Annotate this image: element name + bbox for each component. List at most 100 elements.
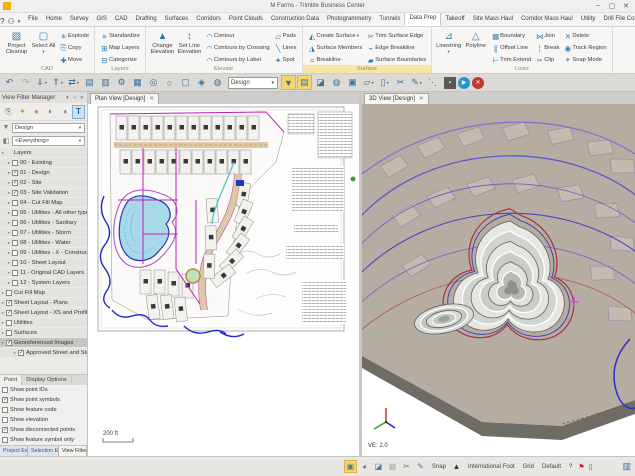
tree-row[interactable]: 03 - Site Validation: [0, 188, 87, 197]
ribbon-button[interactable]: ◮Surface Members: [308, 42, 363, 54]
text-filter-icon[interactable]: T: [72, 105, 85, 119]
menu-tab[interactable]: File: [24, 13, 42, 26]
checkbox[interactable]: [6, 330, 12, 336]
menu-tab[interactable]: Site Mass Haul: [469, 13, 517, 26]
point-snap-icon[interactable]: ⋱: [425, 75, 440, 90]
ribbon-button[interactable]: ╲Lines: [274, 42, 297, 54]
ribbon-button[interactable]: ▱Pads: [274, 30, 297, 42]
macro-window-icon[interactable]: ▪: [444, 77, 456, 89]
run-icon[interactable]: ▶: [458, 77, 470, 89]
trash-icon[interactable]: ▯: [377, 75, 392, 90]
measure-icon[interactable]: ✂: [393, 75, 408, 90]
tree-row[interactable]: Georeferenced Images: [0, 338, 87, 347]
checkbox[interactable]: [12, 160, 18, 166]
checkbox[interactable]: [12, 260, 18, 266]
hidden-line-view-icon[interactable]: ◑: [58, 105, 71, 119]
tree-row[interactable]: Layers: [0, 148, 87, 157]
account-icon[interactable]: ⚇: [7, 17, 14, 26]
ribbon-button[interactable]: ◉Track Region: [563, 42, 606, 54]
ribbon-button[interactable]: ✂Trim Surface Edge: [366, 30, 426, 42]
scope-select[interactable]: <Everything>▼: [12, 136, 85, 146]
grid-toggle-icon[interactable]: ▦: [386, 460, 399, 473]
tree-row[interactable]: Sheet Layout - XS and Profiles: [0, 308, 87, 317]
checkbox[interactable]: [18, 350, 24, 356]
status-label[interactable]: Default: [542, 464, 561, 470]
snap-label[interactable]: Snap: [432, 464, 446, 470]
tree-row[interactable]: 00 - Existing: [0, 158, 87, 167]
checkbox[interactable]: [6, 300, 12, 306]
checkbox[interactable]: [12, 180, 18, 186]
tree-row[interactable]: 10 - Sheet Layout: [0, 258, 87, 267]
project-settings-icon[interactable]: ⚙: [114, 75, 129, 90]
ribbon-button[interactable]: ⋈Join: [535, 30, 559, 42]
new-view-icon[interactable]: ▢: [178, 75, 193, 90]
ribbon-button[interactable]: △Polyline: [462, 29, 489, 55]
report-icon[interactable]: ▦: [130, 75, 145, 90]
menu-tab[interactable]: Takeoff: [441, 13, 468, 26]
tree-row[interactable]: 12 - System Layers: [0, 278, 87, 287]
point-option-row[interactable]: Show point symbols: [0, 395, 87, 405]
trim-tool-icon[interactable]: ✂: [400, 460, 413, 473]
filter-select[interactable]: Design▼: [12, 123, 85, 133]
checkbox[interactable]: [6, 340, 12, 346]
tree-row[interactable]: 06 - Utilities - Sanitary: [0, 218, 87, 227]
ribbon-button[interactable]: ¦Break: [535, 42, 559, 54]
3d-view-tab[interactable]: 3D View [Design] ✕: [364, 93, 429, 104]
ribbon-button[interactable]: ◭Create Surface: [308, 30, 363, 42]
globe-icon[interactable]: ◍: [210, 75, 225, 90]
menu-tab[interactable]: Utility: [577, 13, 600, 26]
save-icon[interactable]: ▤: [82, 75, 97, 90]
tree-row[interactable]: 09 - Utilities - X - Construction lines: [0, 248, 87, 257]
checkbox[interactable]: [12, 280, 18, 286]
tree-row[interactable]: Utilities: [0, 318, 87, 327]
status-right-icon[interactable]: ▥: [622, 461, 631, 472]
dock-tab[interactable]: Selection Explorer: [28, 446, 59, 456]
menu-tab[interactable]: Data Prep: [404, 11, 441, 26]
checkbox[interactable]: [12, 210, 18, 216]
ribbon-button[interactable]: ◠Contour: [205, 30, 270, 42]
sheet-set-icon[interactable]: ▣: [345, 75, 360, 90]
web-map-icon[interactable]: ◍: [329, 75, 344, 90]
checkbox[interactable]: [12, 200, 18, 206]
point-option-row[interactable]: Show elevation: [0, 415, 87, 425]
checkbox[interactable]: [2, 387, 8, 393]
menu-tab[interactable]: Surfaces: [161, 13, 193, 26]
shade-toggle-icon[interactable]: ◪: [372, 460, 385, 473]
menu-tab[interactable]: Drill File Compact: [599, 13, 635, 26]
menu-tab[interactable]: Home: [42, 13, 66, 26]
status-help[interactable]: ?: [569, 464, 572, 470]
plan-view-canvas[interactable]: 200 ft: [88, 104, 359, 456]
checkbox[interactable]: [12, 190, 18, 196]
tree-row[interactable]: 04 - Cut Fill Map: [0, 198, 87, 207]
menu-tab[interactable]: GIS: [93, 13, 111, 26]
point-panel-tab[interactable]: Point: [0, 375, 22, 385]
close-button[interactable]: ✕: [620, 2, 632, 10]
checkbox[interactable]: [2, 407, 8, 413]
ribbon-button[interactable]: ▧Project Cleanup: [3, 29, 30, 55]
ribbon-button[interactable]: ✳Explode: [59, 30, 89, 42]
menu-tab[interactable]: Corridors: [192, 13, 225, 26]
checkbox[interactable]: [12, 270, 18, 276]
snap-mode-icon[interactable]: ▲: [450, 460, 463, 473]
checkbox[interactable]: [6, 320, 12, 326]
tree-row[interactable]: 01 - Design: [0, 168, 87, 177]
flashlight-icon[interactable]: ◈: [194, 75, 209, 90]
view-filter-combo[interactable]: Design▼: [228, 77, 278, 89]
shaded-view-icon[interactable]: ●: [30, 105, 43, 119]
close-icon[interactable]: ✕: [419, 94, 424, 104]
menu-tab[interactable]: Corridor Mass Haul: [517, 13, 577, 26]
point-option-row[interactable]: Show point IDs: [0, 385, 87, 395]
ribbon-button[interactable]: ◠Contours by Crossing: [205, 42, 270, 54]
menu-tab[interactable]: Tunnels: [375, 13, 404, 26]
tree-row[interactable]: Approved Street and Storm Plan_Page008_G…: [0, 348, 87, 357]
status-label[interactable]: Grid: [523, 464, 534, 470]
maximize-button[interactable]: ▢: [606, 2, 618, 10]
ribbon-button[interactable]: ▲Change Elevation: [149, 29, 176, 55]
dock-tab[interactable]: Project Explorer: [0, 446, 28, 456]
edit-tool-icon[interactable]: ✎: [414, 460, 427, 473]
point-option-row[interactable]: Show feature symbol only: [0, 435, 87, 445]
layer-manager-icon[interactable]: ▤: [297, 75, 312, 90]
zoom-tool-icon[interactable]: ◕: [358, 460, 371, 473]
plan-view-tab[interactable]: Plan View [Design] ✕: [90, 93, 159, 104]
menu-tab[interactable]: CAD: [111, 13, 132, 26]
